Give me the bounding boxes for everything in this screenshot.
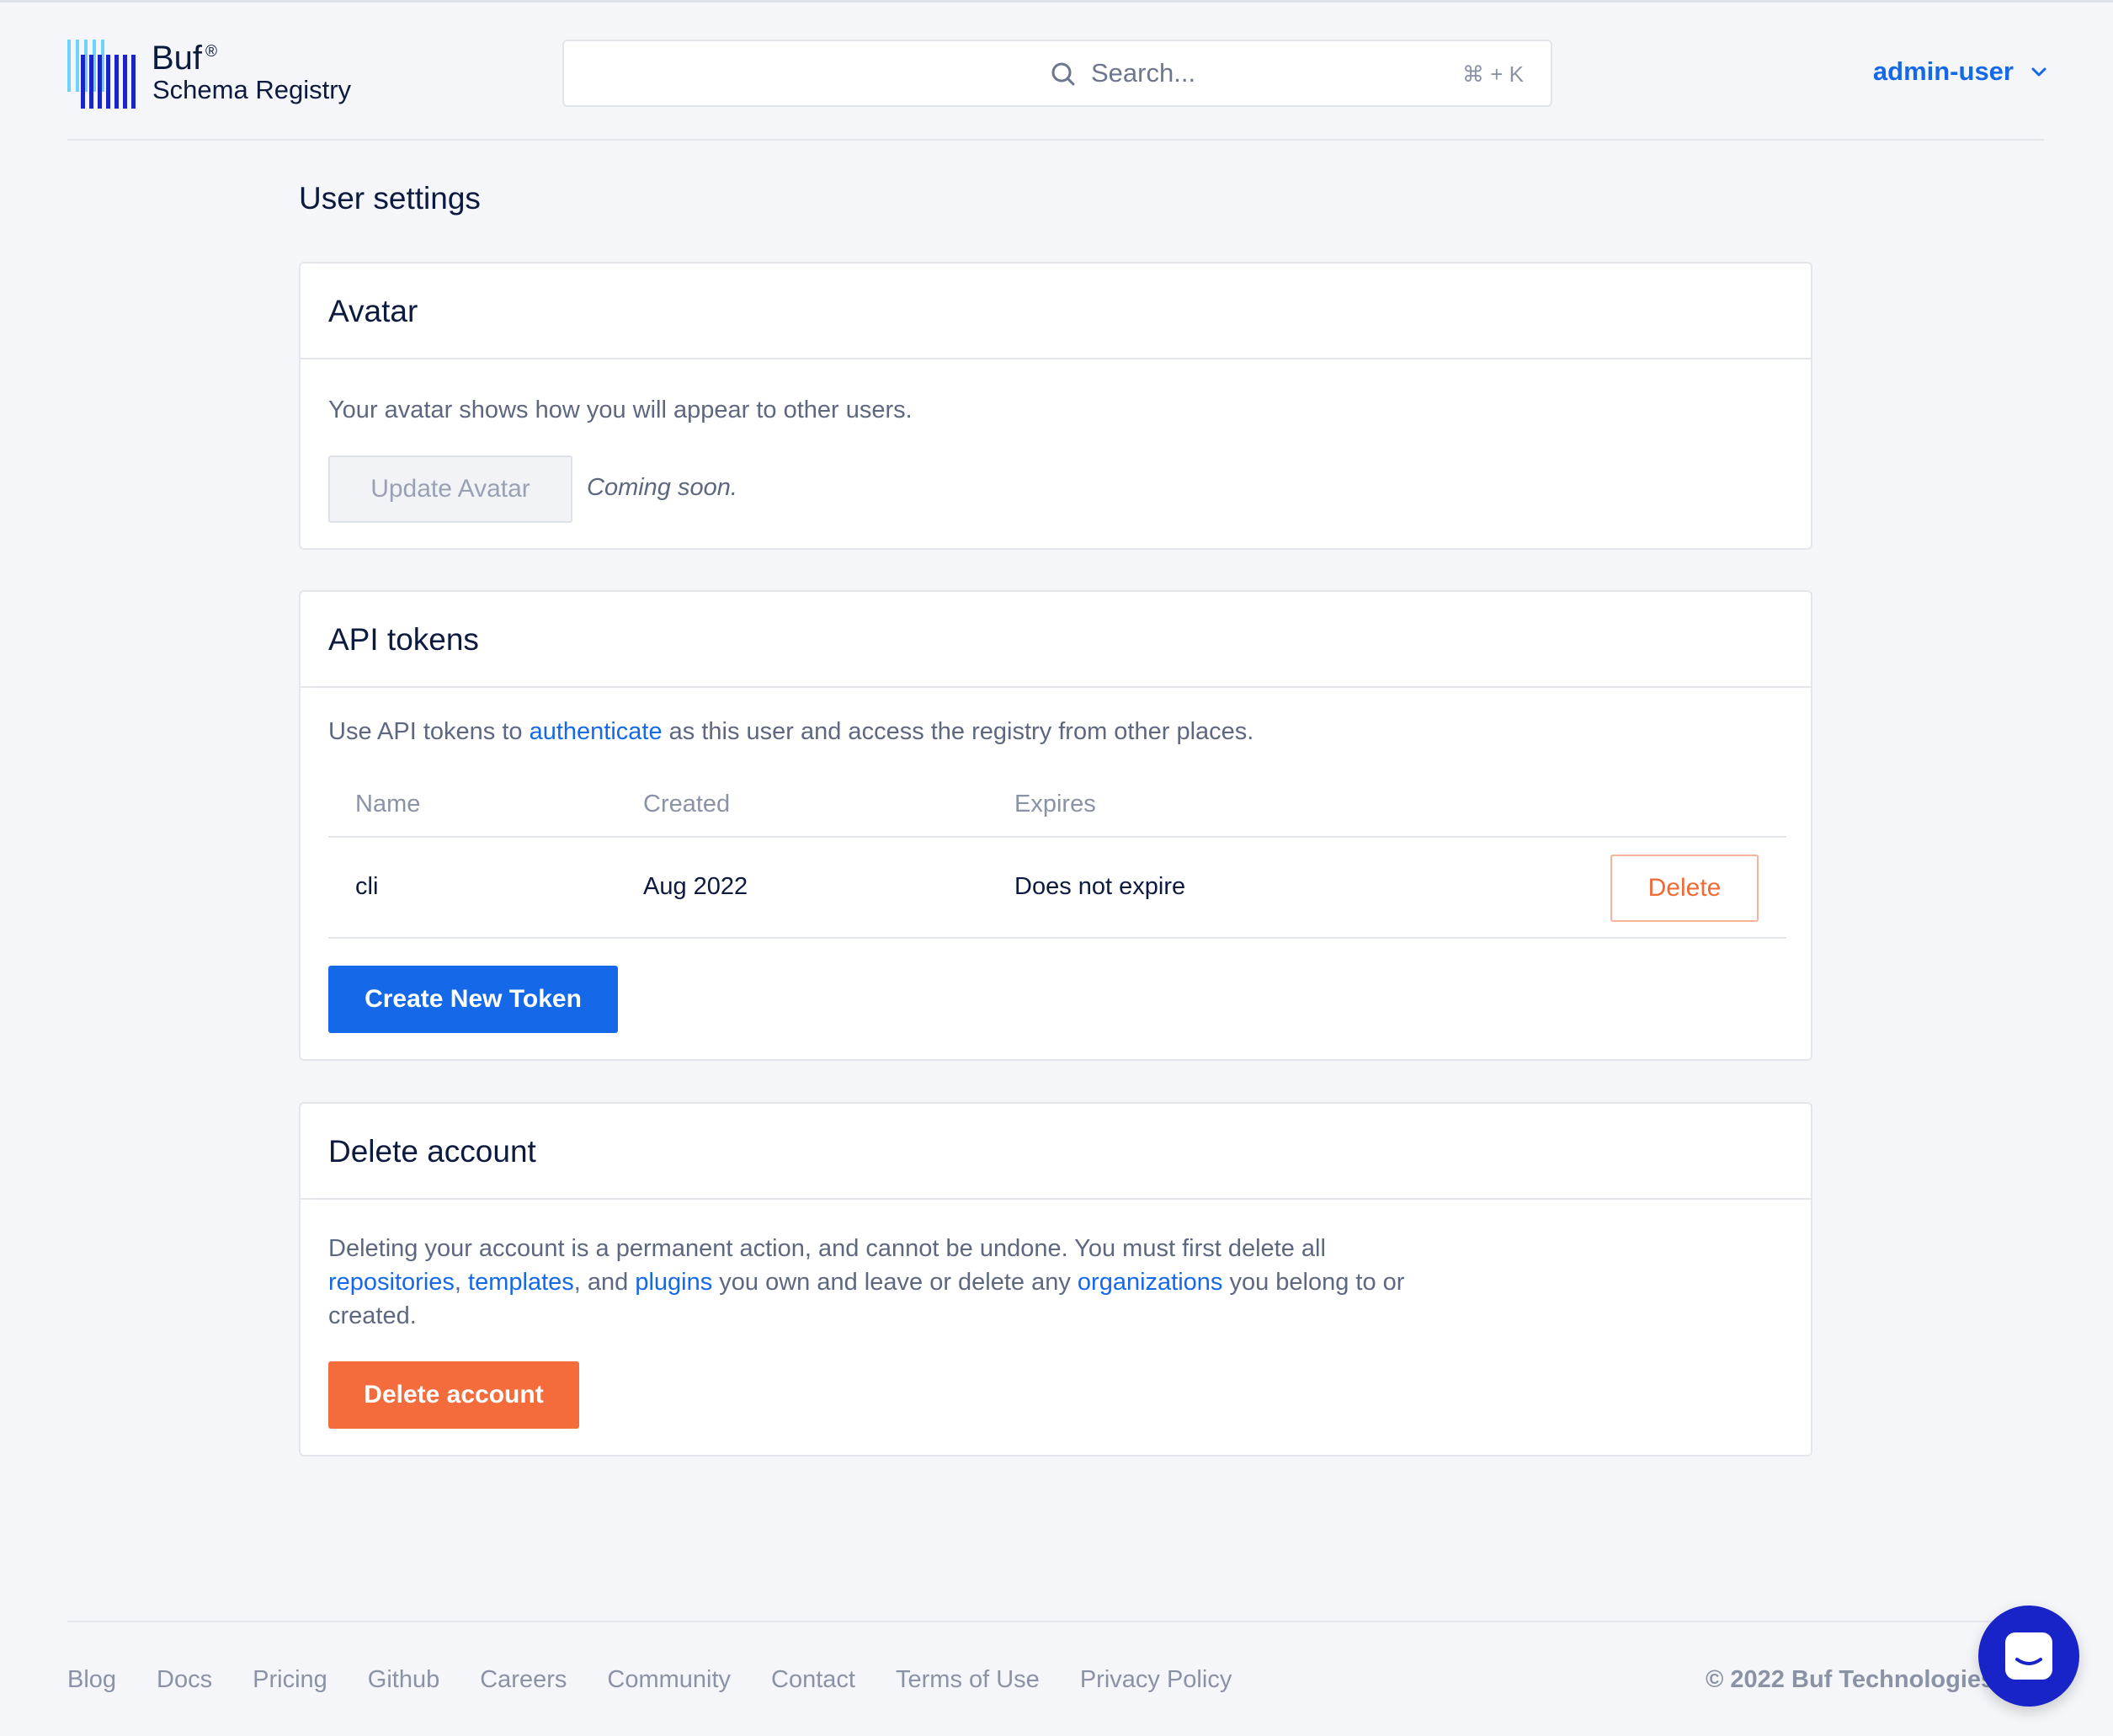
chat-icon <box>2005 1632 2052 1680</box>
footer-link-privacy[interactable]: Privacy Policy <box>1080 1666 1232 1694</box>
token-name: cli <box>355 873 379 900</box>
api-tokens-card-header: API tokens <box>301 592 1811 688</box>
avatar-card: Avatar Your avatar shows how you will ap… <box>299 262 1812 550</box>
api-tokens-card-title: API tokens <box>328 622 479 657</box>
api-tokens-desc-before: Use API tokens to <box>328 718 530 745</box>
delete-desc-line3: created. <box>328 1302 417 1329</box>
registered-mark: ® <box>205 43 217 61</box>
user-menu[interactable]: admin-user <box>1872 56 2046 87</box>
avatar-card-header: Avatar <box>301 264 1811 359</box>
delete-account-card-title: Delete account <box>328 1134 536 1169</box>
search-placeholder: Search... <box>1091 58 1196 88</box>
delete-token-button[interactable]: Delete <box>1610 855 1759 922</box>
api-tokens-description: Use API tokens to authenticate as this u… <box>328 715 1253 748</box>
footer-link-blog[interactable]: Blog <box>67 1666 116 1694</box>
copyright: © 2022 Buf Technologies <box>1706 1666 1995 1693</box>
api-tokens-card: API tokens Use API tokens to authenticat… <box>299 590 1812 1061</box>
buf-logo-icon <box>67 40 136 109</box>
token-expires: Does not expire <box>1014 873 1186 900</box>
footer-link-github[interactable]: Github <box>368 1666 439 1694</box>
delete-desc-sep2: , and <box>573 1269 636 1296</box>
brand-logo[interactable]: Buf ® Schema Registry <box>67 38 387 109</box>
table-row-divider <box>328 937 1786 939</box>
templates-link[interactable]: templates <box>468 1269 574 1296</box>
footer-link-terms[interactable]: Terms of Use <box>896 1666 1040 1694</box>
footer-links: Blog Docs Pricing Github Careers Communi… <box>67 1666 1232 1694</box>
delete-account-card-header: Delete account <box>301 1104 1811 1200</box>
avatar-description: Your avatar shows how you will appear to… <box>328 397 913 423</box>
token-created: Aug 2022 <box>643 873 748 900</box>
delete-desc-mid: you own and leave or delete any <box>712 1269 1078 1296</box>
column-header-expires: Expires <box>1014 791 1096 817</box>
plugins-link[interactable]: plugins <box>635 1269 712 1296</box>
footer-link-docs[interactable]: Docs <box>157 1666 212 1694</box>
avatar-card-title: Avatar <box>328 294 418 328</box>
create-new-token-button[interactable]: Create New Token <box>328 966 618 1033</box>
delete-desc-sep1: , <box>454 1269 469 1296</box>
chat-launcher-button[interactable] <box>1978 1606 2079 1707</box>
repositories-link[interactable]: repositories <box>328 1269 455 1296</box>
delete-account-button[interactable]: Delete account <box>328 1361 579 1429</box>
column-header-created: Created <box>643 791 731 817</box>
footer-link-pricing[interactable]: Pricing <box>253 1666 327 1694</box>
coming-soon-note: Coming soon. <box>587 474 737 501</box>
delete-desc-line1: Deleting your account is a permanent act… <box>328 1235 1326 1262</box>
app-window: Buf ® Schema Registry Search... ⌘ + K ad… <box>0 0 2113 1736</box>
footer-divider <box>67 1621 2044 1622</box>
brand-name: Buf <box>152 40 203 77</box>
update-avatar-button[interactable]: Update Avatar <box>328 455 572 523</box>
search-icon <box>1051 62 1075 86</box>
search-input[interactable]: Search... ⌘ + K <box>562 40 1552 107</box>
delete-account-card: Delete account Deleting your account is … <box>299 1102 1812 1456</box>
footer-link-contact[interactable]: Contact <box>771 1666 855 1694</box>
api-tokens-desc-after: as this user and access the registry fro… <box>662 718 1254 745</box>
authenticate-link[interactable]: authenticate <box>530 718 663 745</box>
organizations-link[interactable]: organizations <box>1078 1269 1223 1296</box>
footer-link-community[interactable]: Community <box>607 1666 731 1694</box>
search-shortcut: ⌘ + K <box>1462 61 1524 87</box>
delete-account-description: Deleting your account is a permanent act… <box>328 1232 1524 1333</box>
page-title: User settings <box>299 181 481 216</box>
brand-subtitle: Schema Registry <box>152 75 352 104</box>
delete-desc-end: you belong to or <box>1222 1269 1405 1296</box>
chevron-down-icon <box>2031 67 2046 77</box>
user-name: admin-user <box>1872 56 2014 86</box>
delete-desc-line2: repositories, templates, and plugins you… <box>328 1265 1524 1299</box>
column-header-name: Name <box>355 791 421 817</box>
top-header: Buf ® Schema Registry Search... ⌘ + K ad… <box>67 3 2046 141</box>
footer-link-careers[interactable]: Careers <box>480 1666 567 1694</box>
table-header-divider <box>328 836 1786 838</box>
